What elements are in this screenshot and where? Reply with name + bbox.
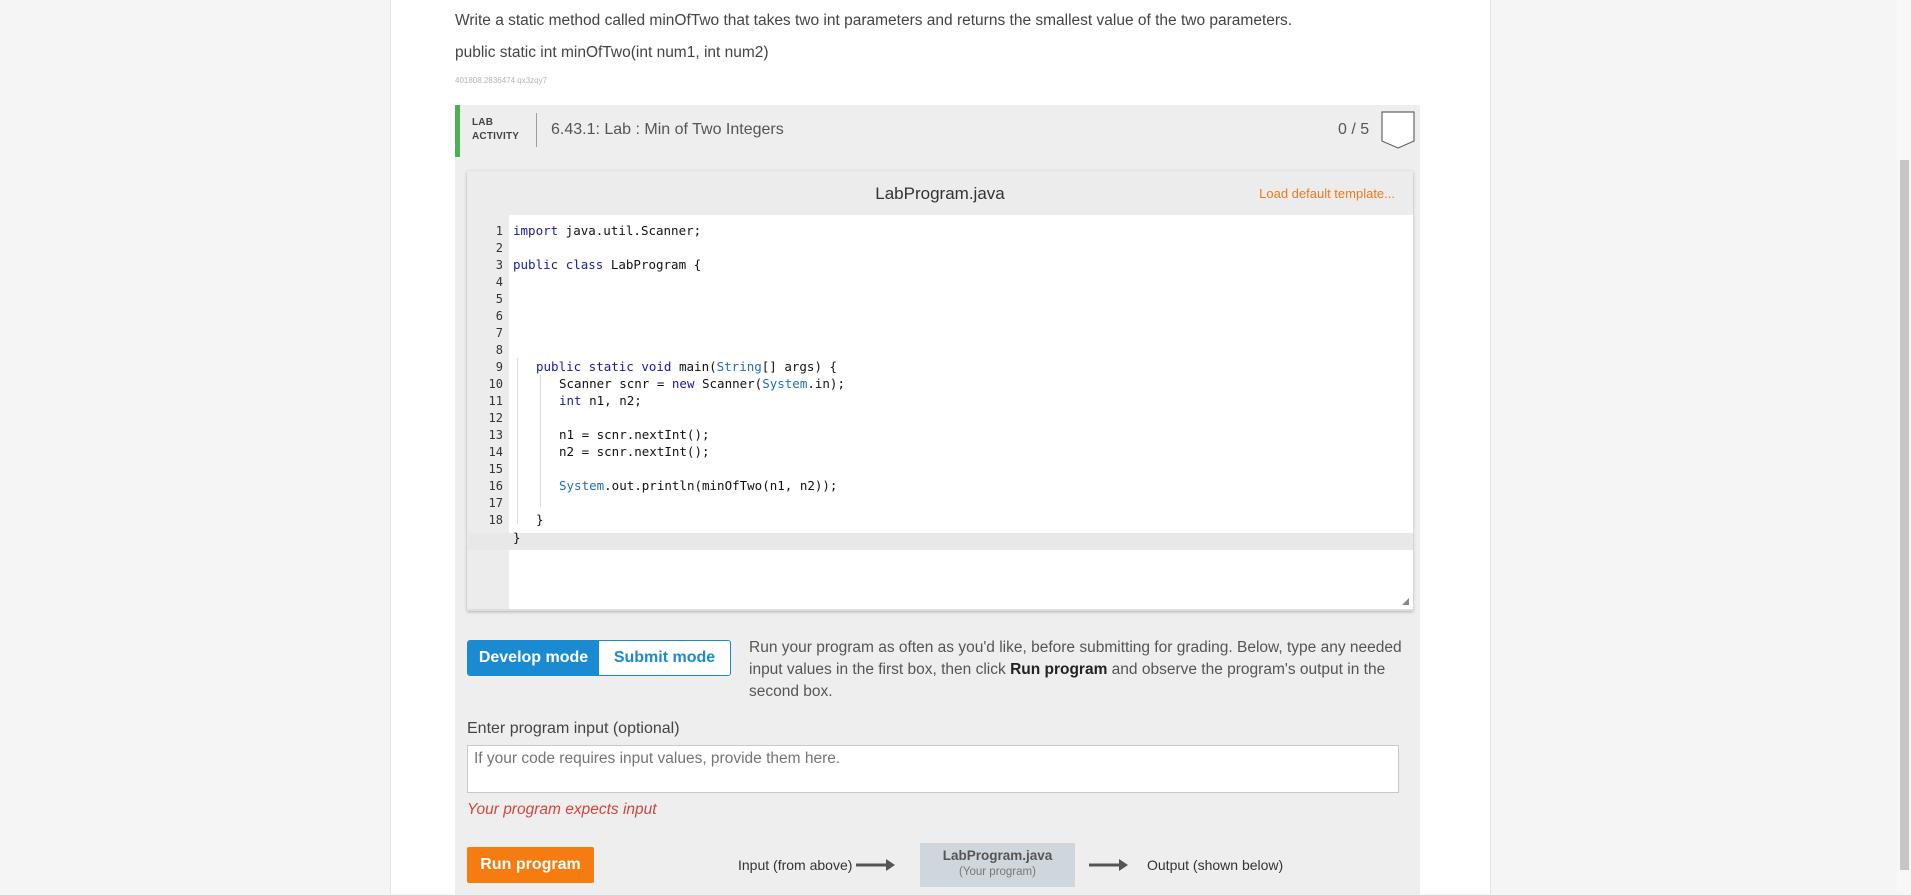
line-number: 4 xyxy=(495,275,503,289)
indent-guide xyxy=(517,358,518,524)
active-line-highlight xyxy=(467,533,1413,550)
header-divider xyxy=(536,113,537,147)
line-number: 8 xyxy=(495,343,503,357)
content-page: Write a static method called minOfTwo th… xyxy=(390,0,1491,895)
line-number: 15 xyxy=(488,462,503,476)
line-number: 5 xyxy=(495,292,503,306)
mode-toggle: Develop mode Submit mode xyxy=(467,640,731,676)
mode-description: Run your program as often as you'd like,… xyxy=(749,639,1402,700)
flow-output-label: Output (shown below) xyxy=(1147,857,1284,873)
code-line-16: System.out.println(minOfTwo(n1, n2)); xyxy=(559,478,838,493)
line-number: 9 xyxy=(495,360,503,374)
code-line-19: } xyxy=(513,530,521,545)
run-program-button[interactable]: Run program xyxy=(467,847,594,883)
line-number: 16 xyxy=(488,479,503,493)
indent-guide xyxy=(540,375,541,507)
lab-activity: LAB ACTIVITY 6.43.1: Lab : Min of Two In… xyxy=(455,105,1420,895)
editor-header: LabProgram.java Load default template... xyxy=(467,171,1413,215)
code-line-11: int n1, n2; xyxy=(559,393,642,408)
line-number: 7 xyxy=(495,326,503,340)
code-line-18: } xyxy=(536,512,544,527)
line-number: 6 xyxy=(495,309,503,323)
activity-title: 6.43.1: Lab : Min of Two Integers xyxy=(551,121,784,138)
program-input-label: Enter program input (optional) xyxy=(467,720,680,737)
arrow-right-icon xyxy=(856,859,895,871)
completion-chevron-icon xyxy=(1381,111,1415,149)
flow-program-name: LabProgram.java xyxy=(942,848,1053,863)
line-number: 10 xyxy=(488,377,503,391)
code-line-1: import java.util.Scanner; xyxy=(513,223,702,238)
line-number: 11 xyxy=(488,394,503,408)
content-id: 401808.2836474.qx3zqy7 xyxy=(455,76,548,85)
input-warning: Your program expects input xyxy=(467,801,657,818)
code-line-13: n1 = scnr.nextInt(); xyxy=(559,427,710,442)
flow-input-label: Input (from above) xyxy=(738,857,853,873)
code-line-3: public class LabProgram { xyxy=(513,257,702,272)
page-scrollbar-thumb[interactable] xyxy=(1900,160,1909,870)
code-editor[interactable]: 1 2 3 4 5 6 7 8 9 10 11 12 13 14 15 16 1 xyxy=(467,215,1413,611)
line-number: 18 xyxy=(488,513,503,527)
lab-activity-label: LAB ACTIVITY xyxy=(472,117,520,142)
program-input-field[interactable] xyxy=(467,745,1399,793)
activity-header: LAB ACTIVITY 6.43.1: Lab : Min of Two In… xyxy=(455,105,1420,157)
line-number: 14 xyxy=(488,445,503,459)
line-number: 13 xyxy=(488,428,503,442)
arrow-right-icon xyxy=(1089,859,1128,871)
flow-program-box: LabProgram.java (Your program) xyxy=(920,843,1075,887)
flow-program-sub: (Your program) xyxy=(959,866,1036,878)
line-number: 12 xyxy=(488,411,503,425)
line-number: 2 xyxy=(495,241,503,255)
question-text: Write a static method called minOfTwo th… xyxy=(455,12,1293,29)
score: 0 / 5 xyxy=(1338,121,1370,138)
code-line-9: public static void main(String[] args) { xyxy=(536,359,838,374)
code-line-14: n2 = scnr.nextInt(); xyxy=(559,444,710,459)
resize-grip-icon[interactable] xyxy=(1402,598,1409,605)
code-editor-panel: LabProgram.java Load default template...… xyxy=(467,171,1413,611)
develop-mode-button[interactable]: Develop mode xyxy=(468,641,599,675)
code-line-10: Scanner scnr = new Scanner(System.in); xyxy=(559,376,845,391)
submit-mode-button[interactable]: Submit mode xyxy=(599,641,730,675)
line-number: 1 xyxy=(495,224,503,238)
load-default-template-link[interactable]: Load default template... xyxy=(1259,186,1395,201)
method-signature: public static int minOfTwo(int num1, int… xyxy=(455,44,769,61)
line-number: 3 xyxy=(495,258,503,272)
line-number: 17 xyxy=(488,496,503,510)
